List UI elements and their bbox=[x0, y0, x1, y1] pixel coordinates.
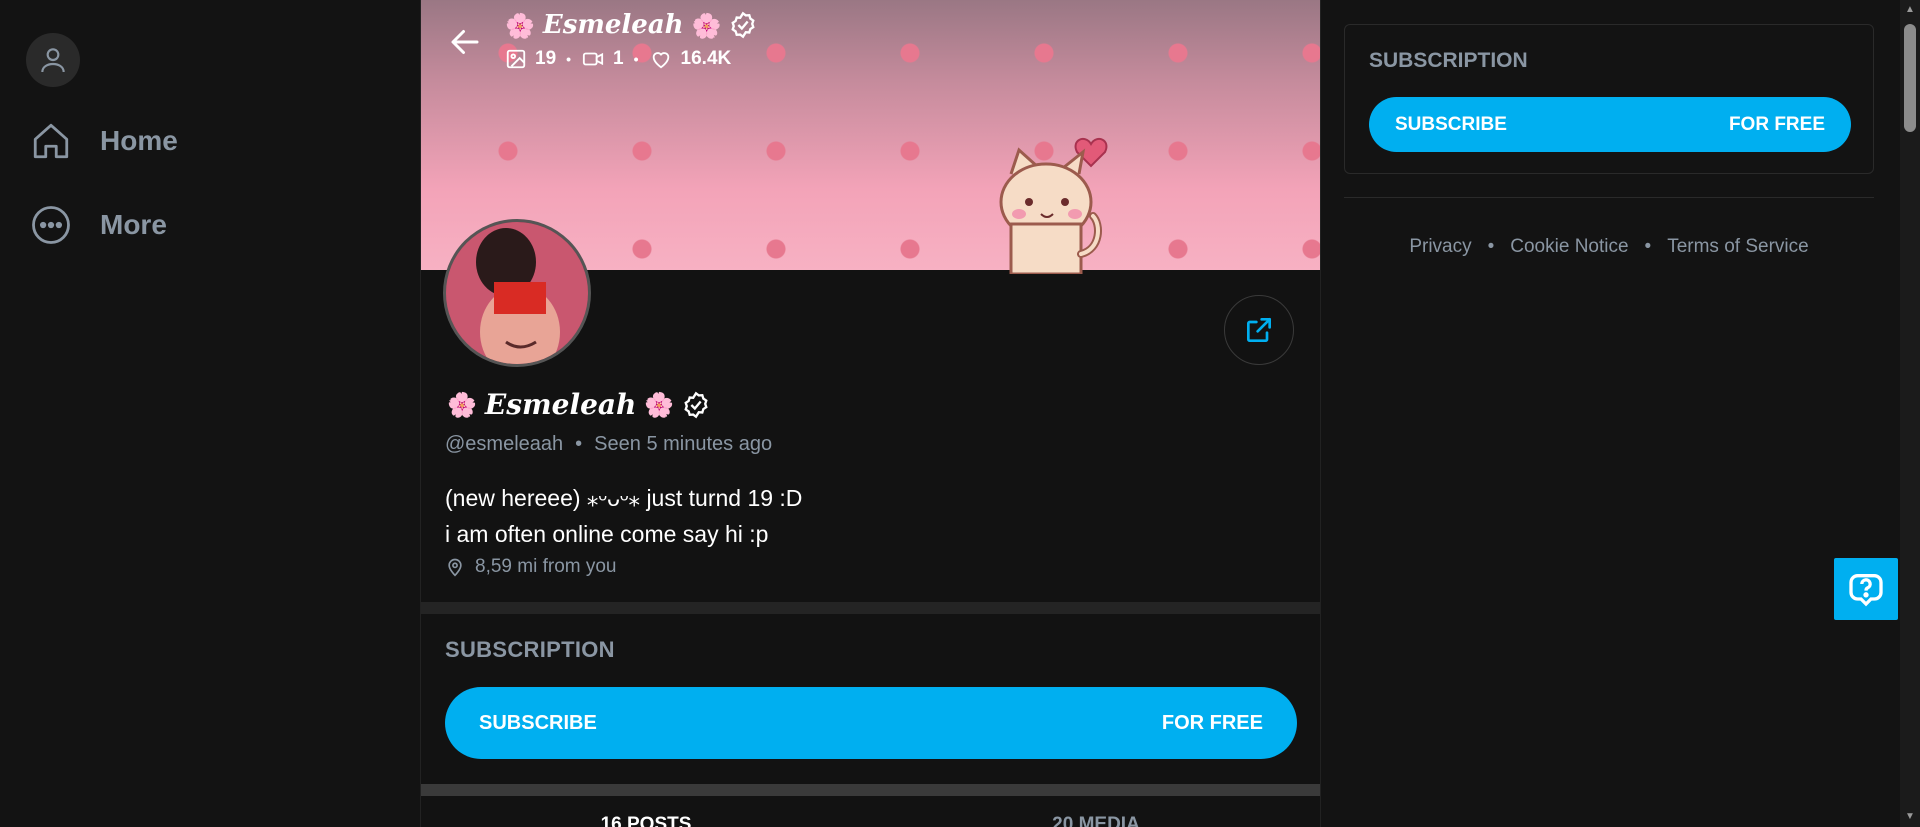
photos-count: 19 bbox=[535, 48, 557, 69]
user-icon bbox=[41, 48, 65, 73]
scroll-up-icon[interactable]: ▲ bbox=[1904, 4, 1916, 16]
cat-illustration bbox=[999, 137, 1108, 274]
image-icon bbox=[506, 49, 526, 69]
privacy-link[interactable]: Privacy bbox=[1409, 236, 1471, 258]
separator-dot: • bbox=[566, 51, 572, 67]
user-avatar[interactable] bbox=[26, 33, 80, 87]
profile-stats: 19 • 1 • 16.4K bbox=[505, 48, 731, 70]
terms-link[interactable]: Terms of Service bbox=[1667, 236, 1808, 258]
subscription-title: SUBSCRIPTION bbox=[1369, 49, 1528, 72]
flower-emoji: 🌸 bbox=[447, 390, 477, 419]
likes-count: 16.4K bbox=[680, 48, 732, 69]
verified-icon bbox=[731, 11, 756, 39]
price-label: FOR FREE bbox=[1161, 711, 1263, 734]
profile-handle[interactable]: @esmeleaah bbox=[445, 433, 563, 456]
separator-dot: • bbox=[1487, 236, 1495, 257]
header-profile-name: 🌸 Esmeleah 🌸 bbox=[505, 10, 757, 40]
flower-emoji: 🌸 bbox=[644, 390, 675, 419]
help-icon bbox=[1849, 574, 1883, 607]
separator-dot: • bbox=[575, 433, 583, 455]
heart-icon bbox=[652, 52, 669, 69]
bio-line: i am often online come say hi :p bbox=[445, 521, 769, 547]
profile-name: 🌸 Esmeleah 🌸 bbox=[447, 388, 710, 421]
scrollbar[interactable]: ▲ ▼ bbox=[1900, 0, 1920, 827]
scroll-thumb[interactable] bbox=[1904, 24, 1916, 132]
profile-column: 🌸 Esmeleah 🌸 19 • 1 • 16.4K 🌸 Esmeleah 🌸… bbox=[420, 0, 1321, 827]
photos-stat: 19 bbox=[505, 48, 556, 70]
location-pin-icon bbox=[448, 558, 462, 577]
help-button[interactable] bbox=[1834, 558, 1898, 620]
bio-line: (new hereee) ⁎ᵕᴗᵕ⁎ just turnd 19 :D bbox=[445, 485, 803, 511]
subscribe-button[interactable]: SUBSCRIBE FOR FREE bbox=[1369, 97, 1851, 152]
share-button[interactable] bbox=[1224, 295, 1294, 365]
subscribe-button[interactable]: SUBSCRIBE FOR FREE bbox=[445, 687, 1297, 759]
cover-header: 🌸 Esmeleah 🌸 19 • 1 • 16.4K bbox=[421, 0, 1320, 80]
left-nav: Home More bbox=[0, 0, 420, 827]
section-divider bbox=[421, 784, 1320, 796]
profile-avatar[interactable] bbox=[443, 219, 591, 367]
header-name-text: Esmeleah bbox=[542, 10, 684, 40]
last-seen: Seen 5 minutes ago bbox=[594, 433, 773, 455]
nav-item-home[interactable]: Home bbox=[30, 120, 178, 162]
flower-emoji: 🌸 bbox=[691, 10, 722, 40]
subscribe-label: SUBSCRIBE bbox=[479, 711, 597, 734]
section-divider bbox=[421, 602, 1320, 614]
nav-item-label: More bbox=[100, 209, 167, 240]
page: Home More 🌸 Esmeleah 🌸 19 • 1 • 16.4K 🌸 … bbox=[0, 0, 1920, 827]
separator-dot: • bbox=[633, 51, 639, 67]
location-text: 8,59 mi from you bbox=[475, 556, 617, 577]
flower-emoji: 🌸 bbox=[505, 10, 535, 40]
tab-media[interactable]: 20 MEDIA bbox=[871, 796, 1320, 827]
videos-count: 1 bbox=[613, 48, 624, 69]
cookie-notice-link[interactable]: Cookie Notice bbox=[1510, 236, 1628, 258]
back-arrow-icon[interactable] bbox=[447, 24, 483, 60]
profile-bio: (new hereee) ⁎ᵕᴗᵕ⁎ just turnd 19 :D i am… bbox=[445, 480, 802, 552]
scroll-down-icon[interactable]: ▼ bbox=[1904, 811, 1916, 823]
likes-stat: 16.4K bbox=[649, 48, 732, 70]
share-icon bbox=[1247, 318, 1271, 342]
nav-item-label: Home bbox=[100, 125, 178, 156]
subscribe-label: SUBSCRIBE bbox=[1395, 113, 1507, 135]
videos-stat: 1 bbox=[581, 48, 624, 70]
sidebar-divider bbox=[1344, 197, 1874, 198]
price-label: FOR FREE bbox=[1728, 113, 1825, 135]
separator-dot: • bbox=[1644, 236, 1652, 257]
more-icon bbox=[32, 206, 70, 244]
verified-icon bbox=[684, 391, 708, 418]
nav-item-more[interactable]: More bbox=[30, 204, 167, 246]
subscription-title: SUBSCRIPTION bbox=[445, 637, 615, 662]
video-icon bbox=[582, 52, 604, 66]
profile-name-text: Esmeleah bbox=[484, 388, 637, 421]
profile-photo bbox=[446, 222, 588, 364]
tab-posts[interactable]: 16 POSTS bbox=[421, 796, 871, 827]
right-sidebar: SUBSCRIPTION SUBSCRIBE FOR FREE Privacy … bbox=[1344, 0, 1874, 827]
handle-row: @esmeleaah • Seen 5 minutes ago bbox=[445, 433, 772, 456]
location-row: 8,59 mi from you bbox=[445, 556, 617, 578]
subscription-card: SUBSCRIPTION SUBSCRIBE FOR FREE bbox=[1344, 24, 1874, 174]
content-tabs: 16 POSTS 20 MEDIA bbox=[421, 796, 1320, 827]
footer-links: Privacy • Cookie Notice • Terms of Servi… bbox=[1344, 236, 1874, 258]
home-icon bbox=[33, 123, 69, 159]
